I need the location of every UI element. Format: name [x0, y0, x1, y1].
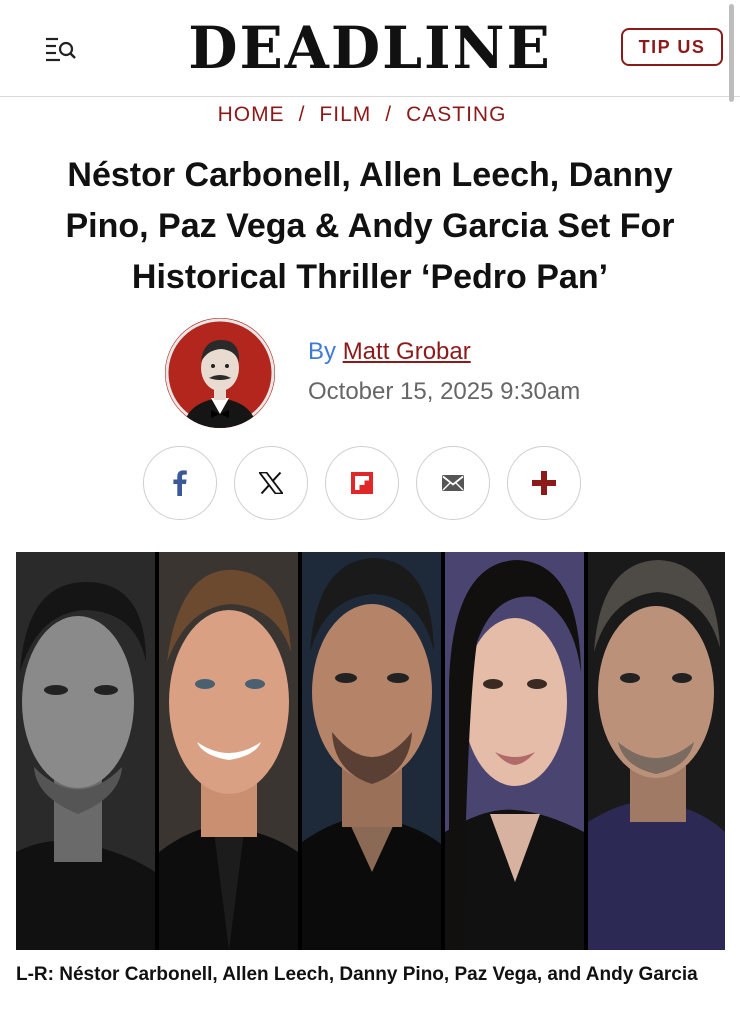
share-bar: [143, 446, 583, 522]
facebook-icon: [173, 470, 187, 496]
share-x-button[interactable]: [234, 446, 308, 520]
breadcrumb-film[interactable]: FILM: [319, 103, 371, 126]
headline-line: Néstor Carbonell, Allen Leech, Danny: [67, 156, 673, 194]
share-facebook-button[interactable]: [143, 446, 217, 520]
scrollbar[interactable]: [729, 4, 734, 102]
portrait-panel: [16, 552, 155, 950]
headline-line: Pino, Paz Vega & Andy Garcia Set For: [65, 207, 675, 245]
breadcrumb-separator: /: [385, 103, 393, 126]
tip-us-button[interactable]: TIP US: [621, 28, 723, 66]
breadcrumb-separator: /: [298, 103, 306, 126]
breadcrumb: HOME / FILM / CASTING: [0, 103, 724, 127]
share-flipboard-button[interactable]: [325, 446, 399, 520]
breadcrumb-home[interactable]: HOME: [218, 103, 285, 126]
byline: By Matt Grobar: [308, 338, 471, 366]
portrait-panel: [159, 552, 298, 950]
article-headline: Néstor Carbonell, Allen Leech, Danny Pin…: [10, 150, 730, 303]
share-email-button[interactable]: [416, 446, 490, 520]
site-header: DEADLINE TIP US: [0, 0, 740, 102]
email-icon: [442, 475, 464, 491]
flipboard-icon: [351, 472, 373, 494]
portrait-panel: [445, 552, 584, 950]
byline-prefix: By: [308, 338, 337, 365]
article-image[interactable]: [16, 552, 725, 950]
author-avatar[interactable]: [165, 318, 275, 428]
breadcrumb-casting[interactable]: CASTING: [406, 103, 506, 126]
publish-date: October 15, 2025 9:30am: [308, 378, 581, 405]
portrait-panel: [588, 552, 725, 950]
image-caption: L-R: Néstor Carbonell, Allen Leech, Dann…: [16, 964, 698, 985]
share-more-button[interactable]: [507, 446, 581, 520]
author-link[interactable]: Matt Grobar: [343, 338, 471, 365]
x-icon: [259, 472, 283, 494]
headline-line: Historical Thriller ‘Pedro Pan’: [131, 258, 609, 296]
more-plus-icon: [532, 471, 556, 495]
portrait-panel: [302, 552, 441, 950]
